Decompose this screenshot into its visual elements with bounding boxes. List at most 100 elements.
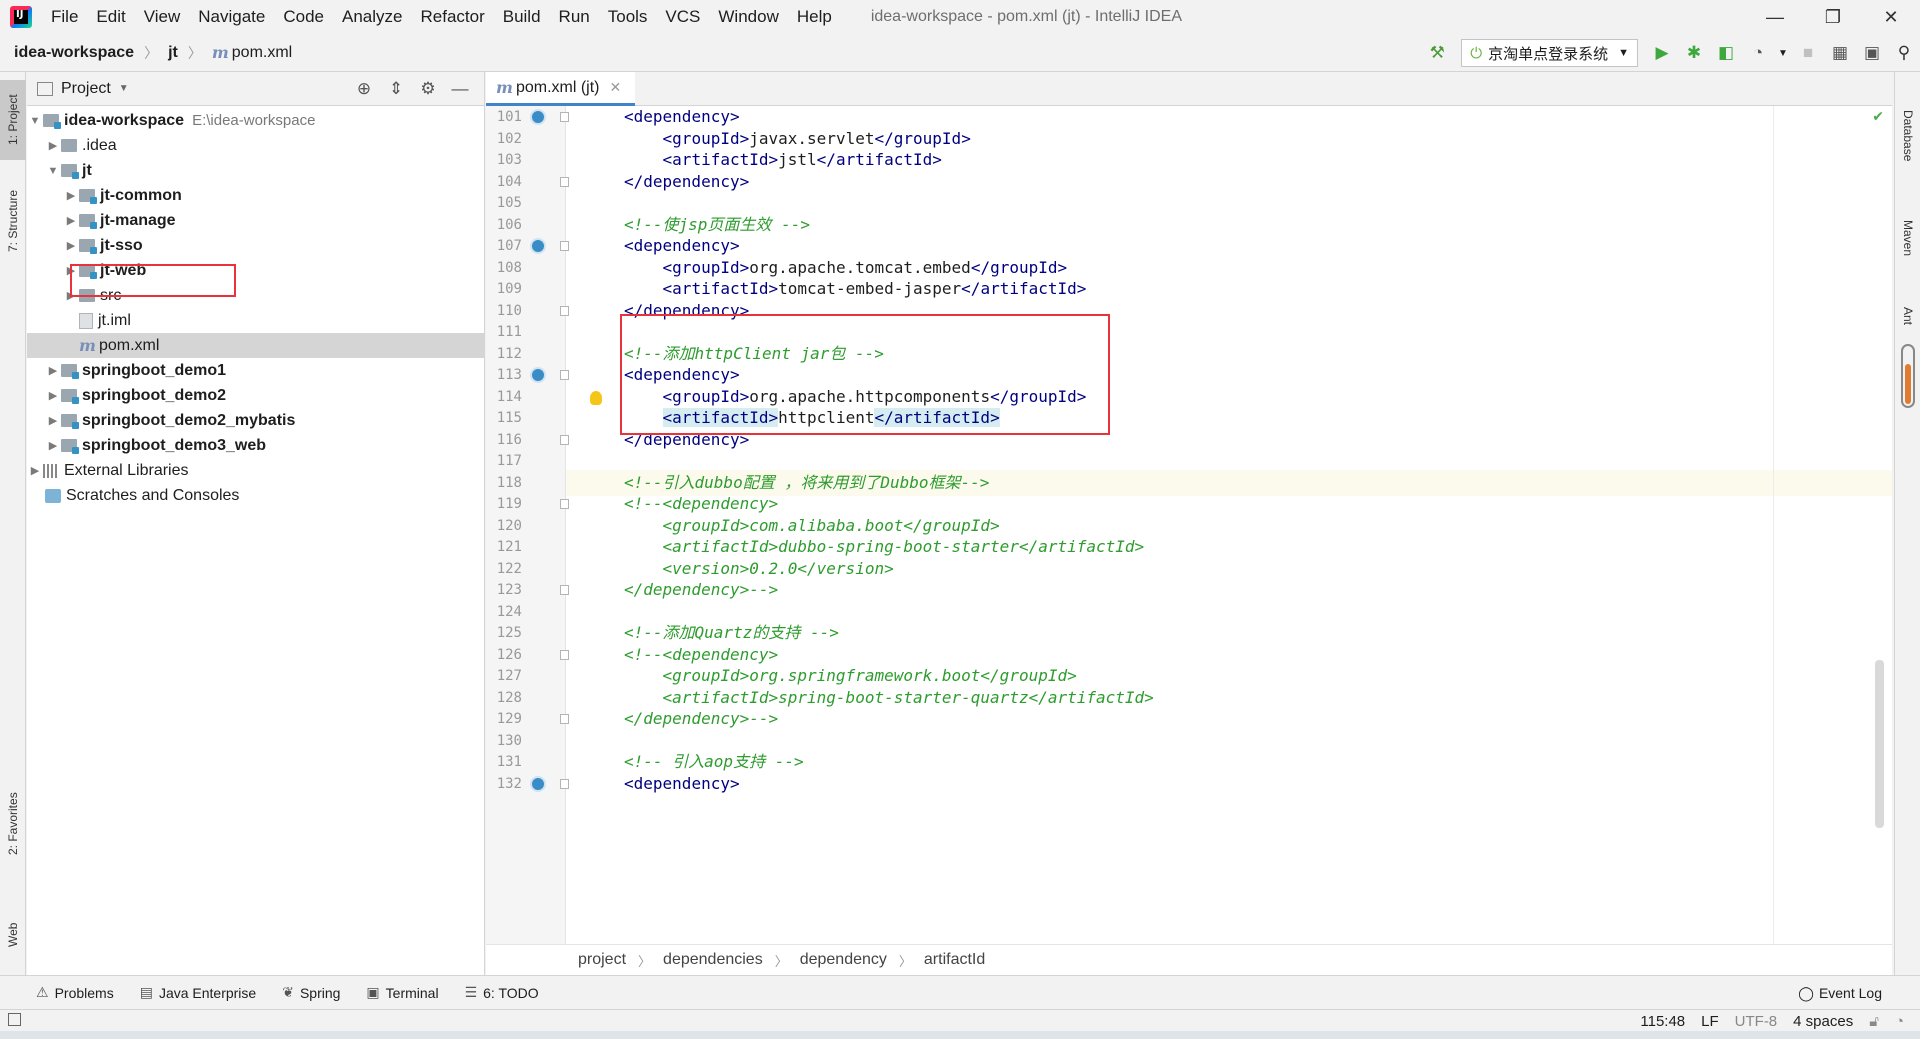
- code-line[interactable]: </dependency>-->: [624, 577, 778, 603]
- menu-edit[interactable]: Edit: [87, 0, 134, 34]
- tab-web[interactable]: Web: [0, 910, 26, 960]
- collapsed-arrow-icon[interactable]: ▶: [63, 239, 79, 252]
- code-content[interactable]: <dependency> <groupId>javax.servlet</gro…: [566, 106, 1892, 944]
- tool-java-enterprise[interactable]: ▤ Java Enterprise: [140, 984, 257, 1001]
- file-encoding[interactable]: UTF-8: [1735, 1013, 1778, 1030]
- indent-setting[interactable]: 4 spaces: [1793, 1013, 1853, 1030]
- tab-structure[interactable]: 7: Structure: [0, 176, 26, 266]
- tool-problems[interactable]: ⚠ Problems: [36, 984, 114, 1001]
- memory-indicator-icon[interactable]: ◔: [1895, 1013, 1904, 1030]
- maven-dependency-gutter-icon[interactable]: [530, 109, 546, 125]
- caret-position[interactable]: 115:48: [1640, 1013, 1685, 1030]
- breadcrumb-jt[interactable]: jt: [164, 44, 182, 62]
- collapsed-arrow-icon[interactable]: ▶: [45, 139, 61, 152]
- toggle-tool-windows-icon[interactable]: [8, 1013, 21, 1026]
- collapsed-arrow-icon[interactable]: ▶: [63, 189, 79, 202]
- build-hammer-icon[interactable]: ⚒: [1421, 37, 1453, 69]
- inspection-ok-icon[interactable]: ✔: [1872, 108, 1884, 125]
- maven-dependency-gutter-icon[interactable]: [530, 238, 546, 254]
- menu-window[interactable]: Window: [709, 0, 787, 34]
- tree-item-springboot-demo2[interactable]: ▶ springboot_demo2: [27, 383, 484, 408]
- tab-favorites[interactable]: 2: Favorites: [0, 776, 26, 872]
- run-icon[interactable]: ▶: [1646, 37, 1678, 69]
- close-window-button[interactable]: ✕: [1862, 0, 1920, 34]
- tool-spring[interactable]: ❦ Spring: [282, 984, 340, 1001]
- tree-item-idea[interactable]: ▶ .idea: [27, 133, 484, 158]
- hide-panel-icon[interactable]: —: [444, 79, 476, 99]
- menu-help[interactable]: Help: [788, 0, 841, 34]
- tab-database[interactable]: Database: [1895, 86, 1920, 186]
- menu-analyze[interactable]: Analyze: [333, 0, 411, 34]
- code-line[interactable]: </dependency>: [624, 169, 749, 195]
- run-configuration-select[interactable]: ⏻ 京淘单点登录系统 ▼: [1461, 39, 1638, 67]
- tree-item-springboot-demo3-web[interactable]: ▶ springboot_demo3_web: [27, 433, 484, 458]
- locate-icon[interactable]: ⊕: [348, 79, 380, 99]
- code-line[interactable]: </dependency>-->: [624, 706, 778, 732]
- menu-run[interactable]: Run: [550, 0, 599, 34]
- tree-item-external-libraries[interactable]: ▶ External Libraries: [27, 458, 484, 483]
- collapsed-arrow-icon[interactable]: ▶: [63, 214, 79, 227]
- collapsed-arrow-icon[interactable]: ▶: [45, 364, 61, 377]
- tab-maven[interactable]: Maven: [1895, 196, 1920, 280]
- close-tab-icon[interactable]: ✕: [610, 79, 622, 96]
- menu-view[interactable]: View: [135, 0, 190, 34]
- lightbulb-icon[interactable]: [590, 391, 602, 405]
- line-separator[interactable]: LF: [1701, 1013, 1719, 1030]
- breadcrumb-pom[interactable]: m pom.xml: [208, 43, 296, 62]
- tree-item-springboot-demo1[interactable]: ▶ springboot_demo1: [27, 358, 484, 383]
- code-editor[interactable]: 101 102 103 104 105 106 107 108 109 110 111 112 113 1…: [486, 106, 1892, 944]
- restore-button[interactable]: ❐: [1804, 0, 1862, 34]
- tree-item-jt-sso[interactable]: ▶ jt-sso: [27, 233, 484, 258]
- tab-ant[interactable]: Ant: [1895, 286, 1920, 346]
- tree-item-idea-workspace[interactable]: ▼ idea-workspace E:\idea-workspace: [27, 108, 484, 133]
- collapsed-arrow-icon[interactable]: ▶: [45, 414, 61, 427]
- code-line[interactable]: <dependency>: [624, 771, 740, 797]
- tab-pom-xml[interactable]: m pom.xml (jt) ✕: [486, 72, 636, 106]
- menu-refactor[interactable]: Refactor: [411, 0, 493, 34]
- tree-item-jt[interactable]: ▼ jt: [27, 158, 484, 183]
- breadcrumb-dependency[interactable]: dependency: [800, 951, 887, 969]
- layout-icon[interactable]: ▣: [1856, 37, 1888, 69]
- maven-dependency-gutter-icon[interactable]: [530, 775, 546, 792]
- expanded-arrow-icon[interactable]: ▼: [45, 165, 61, 177]
- lock-icon[interactable]: 🔓︎: [1869, 1013, 1879, 1030]
- breadcrumb-workspace[interactable]: idea-workspace: [10, 44, 138, 62]
- stop-icon[interactable]: ■: [1792, 37, 1824, 69]
- menu-navigate[interactable]: Navigate: [189, 0, 274, 34]
- collapsed-arrow-icon[interactable]: ▶: [45, 439, 61, 452]
- tree-item-jt-common[interactable]: ▶ jt-common: [27, 183, 484, 208]
- tree-item-scratches[interactable]: Scratches and Consoles: [27, 483, 484, 508]
- tool-todo[interactable]: ☰ 6: TODO: [465, 984, 539, 1001]
- menu-build[interactable]: Build: [494, 0, 550, 34]
- project-structure-icon[interactable]: ▦: [1824, 37, 1856, 69]
- profile-icon[interactable]: ◔: [1742, 37, 1774, 69]
- project-panel-title[interactable]: Project: [61, 80, 111, 98]
- tree-item-pom-xml[interactable]: m pom.xml: [27, 333, 484, 358]
- tree-item-jt-iml[interactable]: jt.iml: [27, 308, 484, 333]
- expanded-arrow-icon[interactable]: ▼: [27, 115, 43, 127]
- tool-event-log[interactable]: ◯ Event Log: [1798, 976, 1882, 1010]
- menu-file[interactable]: File: [42, 0, 87, 34]
- breadcrumb-project[interactable]: project: [578, 951, 626, 969]
- collapsed-arrow-icon[interactable]: ▶: [45, 389, 61, 402]
- tree-item-jt-manage[interactable]: ▶ jt-manage: [27, 208, 484, 233]
- search-everywhere-icon[interactable]: ⚲: [1888, 37, 1920, 69]
- breadcrumb-dependencies[interactable]: dependencies: [663, 951, 763, 969]
- coverage-icon[interactable]: ◧: [1710, 37, 1742, 69]
- editor-scrollbar[interactable]: [1875, 660, 1884, 828]
- settings-gear-icon[interactable]: ⚙: [412, 79, 444, 99]
- tab-project[interactable]: 1: Project: [0, 80, 26, 160]
- maven-dependency-gutter-icon[interactable]: [530, 367, 546, 383]
- menu-code[interactable]: Code: [274, 0, 333, 34]
- collapse-all-icon[interactable]: ⇕: [380, 79, 412, 99]
- collapsed-arrow-icon[interactable]: ▶: [27, 464, 43, 477]
- menu-tools[interactable]: Tools: [599, 0, 657, 34]
- breadcrumb-artifactid[interactable]: artifactId: [924, 951, 985, 969]
- chevron-down-icon[interactable]: ▼: [119, 83, 129, 94]
- tree-item-springboot-demo2-mybatis[interactable]: ▶ springboot_demo2_mybatis: [27, 408, 484, 433]
- tool-terminal[interactable]: ▣ Terminal: [366, 984, 438, 1001]
- profile-dropdown-icon[interactable]: ▼: [1774, 37, 1792, 69]
- menu-vcs[interactable]: VCS: [656, 0, 709, 34]
- debug-icon[interactable]: ✱: [1678, 37, 1710, 69]
- minimize-button[interactable]: —: [1746, 0, 1804, 34]
